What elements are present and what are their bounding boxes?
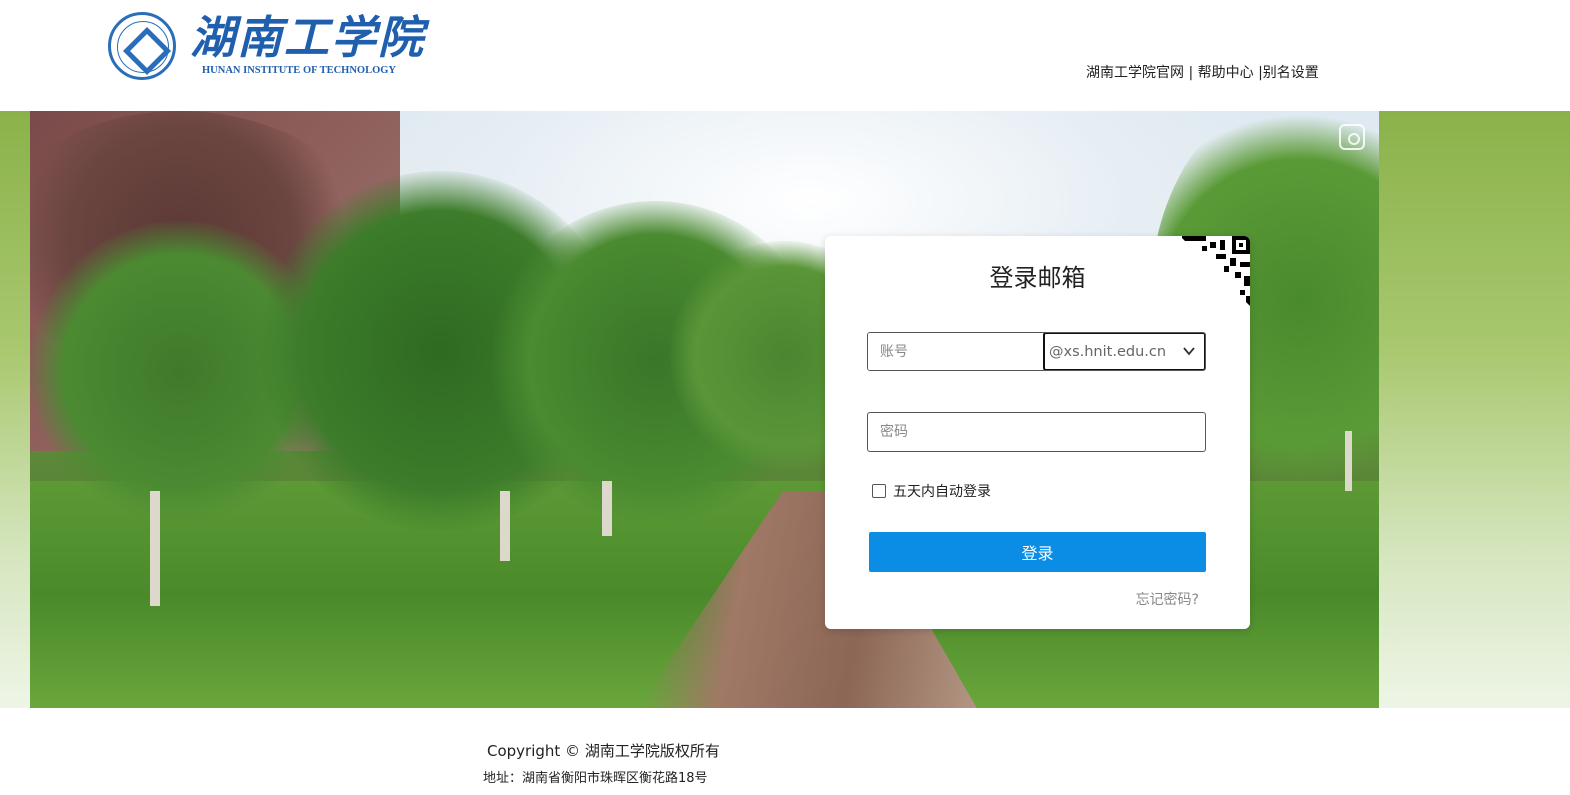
- logo-chinese-name: 湖南工学院: [190, 11, 426, 64]
- help-center-link[interactable]: 帮助中心: [1198, 65, 1254, 81]
- login-button[interactable]: 登录: [869, 532, 1206, 572]
- page-header: 湖南工学院 HUNAN INSTITUTE OF TECHNOLOGY 湖南工学…: [0, 0, 1570, 111]
- domain-select[interactable]: @xs.hnit.edu.cn: [1043, 333, 1205, 370]
- official-site-link[interactable]: 湖南工学院官网: [1086, 65, 1184, 81]
- school-logo[interactable]: 湖南工学院 HUNAN INSTITUTE OF TECHNOLOGY: [108, 12, 423, 82]
- scan-icon[interactable]: [1339, 124, 1365, 150]
- address-text: 地址：湖南省衡阳市珠晖区衡花路18号: [483, 771, 708, 786]
- logo-seal-icon: [108, 12, 176, 80]
- auto-login-option[interactable]: 五天内自动登录: [872, 482, 991, 500]
- copyright-text: Copyright © 湖南工学院版权所有: [487, 742, 720, 760]
- logo-english-name: HUNAN INSTITUTE OF TECHNOLOGY: [202, 65, 396, 76]
- account-input[interactable]: [868, 333, 1044, 370]
- chevron-down-icon: [1183, 347, 1195, 356]
- auto-login-label: 五天内自动登录: [893, 484, 991, 500]
- link-separator: |: [1253, 65, 1263, 81]
- auto-login-checkbox[interactable]: [872, 484, 886, 498]
- login-title: 登录邮箱: [989, 264, 1086, 292]
- link-separator: |: [1184, 65, 1198, 81]
- top-links: 湖南工学院官网 | 帮助中心 |别名设置: [1086, 62, 1319, 82]
- forgot-password-link[interactable]: 忘记密码?: [1136, 589, 1199, 609]
- page-footer: Copyright © 湖南工学院版权所有 地址：湖南省衡阳市珠晖区衡花路18号: [0, 708, 1570, 795]
- domain-selected-value: @xs.hnit.edu.cn: [1049, 344, 1167, 360]
- password-input[interactable]: [867, 412, 1206, 452]
- account-field-group: @xs.hnit.edu.cn: [867, 332, 1206, 371]
- login-card: 登录邮箱 @xs.hnit.edu.cn 五天内自动登录 登录 忘记密码?: [825, 236, 1250, 629]
- alias-settings-link[interactable]: 别名设置: [1263, 65, 1319, 81]
